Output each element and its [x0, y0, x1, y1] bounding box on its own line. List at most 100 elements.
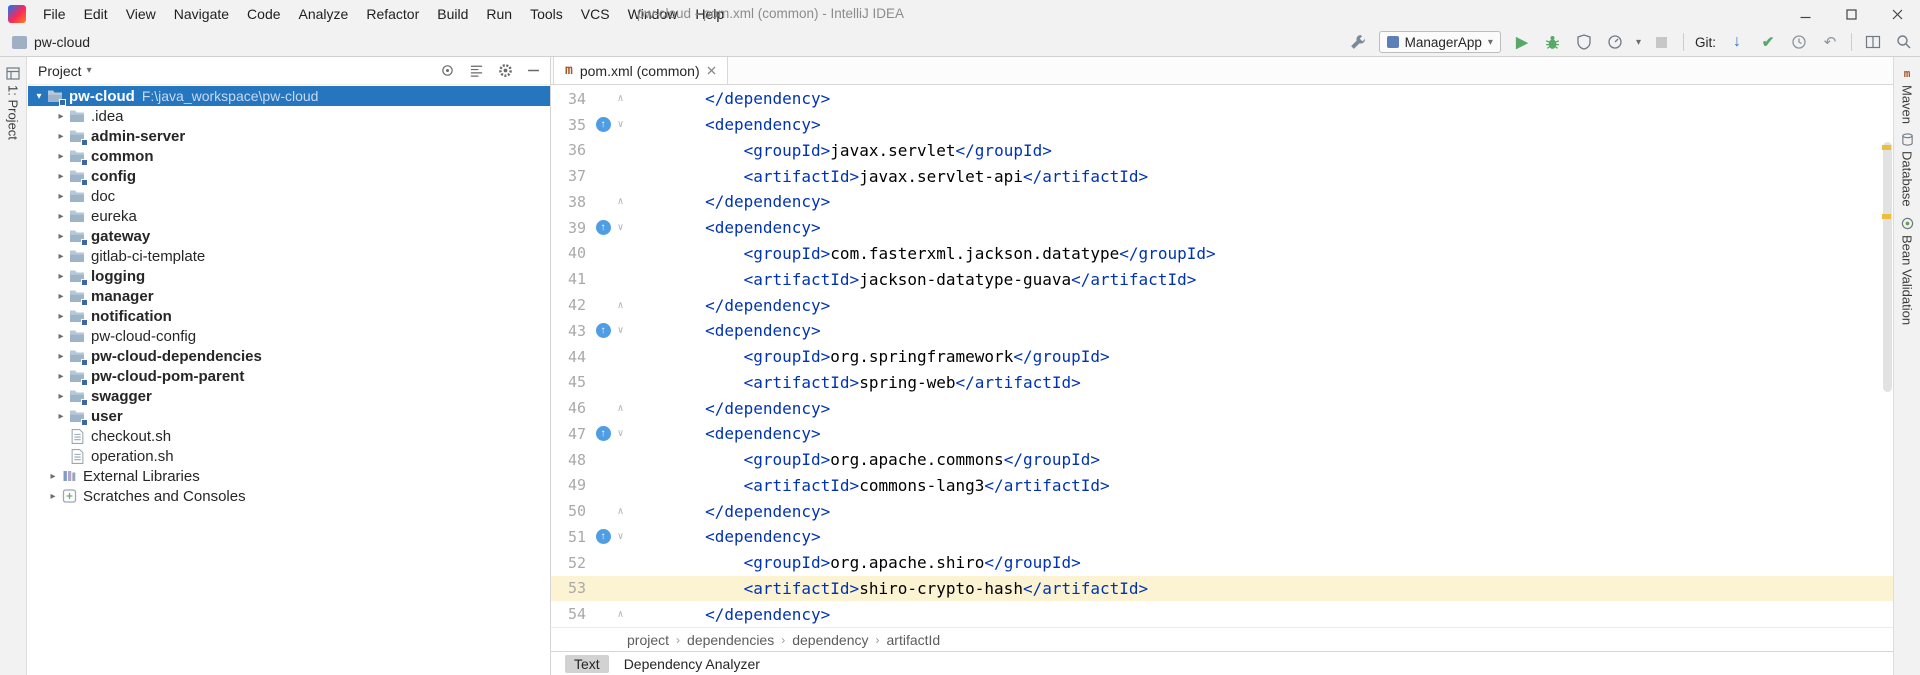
bottom-tab-dependency-analyzer[interactable]: Dependency Analyzer: [615, 655, 769, 673]
code-line-49[interactable]: 49 <artifactId>commons-lang3</artifactId…: [551, 472, 1893, 498]
fold-marker-icon[interactable]: ∨: [613, 428, 628, 439]
tree-item-user[interactable]: ▸user: [28, 406, 550, 426]
wrench-icon[interactable]: [1348, 32, 1368, 52]
expand-arrow-icon[interactable]: ▸: [54, 371, 68, 382]
close-tab-icon[interactable]: [707, 66, 716, 75]
expand-arrow-icon[interactable]: ▾: [32, 91, 46, 102]
fold-marker-icon[interactable]: ∧: [613, 609, 628, 620]
tool-button-maven[interactable]: mMaven: [1894, 67, 1920, 124]
menu-item-code[interactable]: Code: [238, 0, 289, 28]
breadcrumb-item-project[interactable]: project: [627, 632, 669, 648]
expand-arrow-icon[interactable]: ▸: [46, 491, 60, 502]
code-area[interactable]: 34∧ </dependency>35↑∨ <dependency>36 <gr…: [551, 86, 1893, 627]
menu-item-edit[interactable]: Edit: [75, 0, 117, 28]
tree-item-pw-cloud-config[interactable]: ▸pw-cloud-config: [28, 326, 550, 346]
code-line-36[interactable]: 36 <groupId>javax.servlet</groupId>: [551, 138, 1893, 164]
profiler-button[interactable]: [1605, 32, 1625, 52]
expand-arrow-icon[interactable]: ▸: [54, 111, 68, 122]
code-line-41[interactable]: 41 <artifactId>jackson-datatype-guava</a…: [551, 266, 1893, 292]
fold-marker-icon[interactable]: ∧: [613, 196, 628, 207]
tree-item-swagger[interactable]: ▸swagger: [28, 386, 550, 406]
code-line-52[interactable]: 52 <groupId>org.apache.shiro</groupId>: [551, 550, 1893, 576]
git-commit-button[interactable]: ✔: [1758, 32, 1778, 52]
expand-arrow-icon[interactable]: ▸: [46, 471, 60, 482]
fold-marker-icon[interactable]: ∨: [613, 119, 628, 130]
profiler-chevron-down-icon[interactable]: ▾: [1636, 37, 1641, 48]
menu-item-refactor[interactable]: Refactor: [357, 0, 428, 28]
tree-item-pw-cloud-dependencies[interactable]: ▸pw-cloud-dependencies: [28, 346, 550, 366]
tool-button-database[interactable]: Database: [1894, 133, 1920, 207]
code-line-51[interactable]: 51↑∨ <dependency>: [551, 524, 1893, 550]
tree-item-pw-cloud[interactable]: ▾pw-cloudF:\java_workspace\pw-cloud: [28, 86, 550, 106]
fold-marker-icon[interactable]: ∨: [613, 325, 628, 336]
search-everywhere-button[interactable]: [1894, 32, 1914, 52]
expand-arrow-icon[interactable]: ▸: [54, 331, 68, 342]
code-line-35[interactable]: 35↑∨ <dependency>: [551, 112, 1893, 138]
git-update-button[interactable]: ↓: [1727, 32, 1747, 52]
expand-arrow-icon[interactable]: ▸: [54, 311, 68, 322]
expand-arrow-icon[interactable]: ▸: [54, 231, 68, 242]
code-line-46[interactable]: 46∧ </dependency>: [551, 395, 1893, 421]
menu-item-build[interactable]: Build: [428, 0, 477, 28]
menu-item-navigate[interactable]: Navigate: [165, 0, 238, 28]
bottom-tab-text[interactable]: Text: [565, 655, 609, 673]
tree-item-gitlab-ci-template[interactable]: ▸gitlab-ci-template: [28, 246, 550, 266]
maven-dependency-gutter-icon[interactable]: ↑: [593, 220, 613, 235]
code-line-43[interactable]: 43↑∨ <dependency>: [551, 318, 1893, 344]
tree-item-logging[interactable]: ▸logging: [28, 266, 550, 286]
tree-item-eureka[interactable]: ▸eureka: [28, 206, 550, 226]
coverage-button[interactable]: [1574, 32, 1594, 52]
collapse-all-icon[interactable]: [469, 63, 484, 78]
code-line-53[interactable]: 53 <artifactId>shiro-crypto-hash</artifa…: [551, 576, 1893, 602]
maven-dependency-gutter-icon[interactable]: ↑: [593, 323, 613, 338]
expand-arrow-icon[interactable]: ▸: [54, 151, 68, 162]
expand-arrow-icon[interactable]: ▸: [54, 131, 68, 142]
expand-arrow-icon[interactable]: ▸: [54, 251, 68, 262]
code-line-45[interactable]: 45 <artifactId>spring-web</artifactId>: [551, 369, 1893, 395]
breadcrumb-item-dependency[interactable]: dependency: [792, 632, 868, 648]
error-stripe-mark[interactable]: [1882, 214, 1891, 219]
tree-item-manager[interactable]: ▸manager: [28, 286, 550, 306]
code-line-39[interactable]: 39↑∨ <dependency>: [551, 215, 1893, 241]
menu-item-tools[interactable]: Tools: [521, 0, 572, 28]
code-line-34[interactable]: 34∧ </dependency>: [551, 86, 1893, 112]
nav-bar-project[interactable]: pw-cloud: [34, 34, 90, 50]
code-line-44[interactable]: 44 <groupId>org.springframework</groupId…: [551, 344, 1893, 370]
git-history-button[interactable]: [1789, 32, 1809, 52]
minimize-button[interactable]: [1782, 0, 1828, 28]
maximize-button[interactable]: [1828, 0, 1874, 28]
run-button[interactable]: ▶: [1512, 32, 1532, 52]
maven-dependency-gutter-icon[interactable]: ↑: [593, 426, 613, 441]
expand-arrow-icon[interactable]: ▸: [54, 411, 68, 422]
editor-layout-button[interactable]: [1863, 32, 1883, 52]
tree-item-operation-sh[interactable]: operation.sh: [28, 446, 550, 466]
expand-arrow-icon[interactable]: ▸: [54, 271, 68, 282]
expand-arrow-icon[interactable]: ▸: [54, 191, 68, 202]
tree-item-scratches-and-consoles[interactable]: ▸Scratches and Consoles: [28, 486, 550, 506]
maven-dependency-gutter-icon[interactable]: ↑: [593, 529, 613, 544]
maven-dependency-gutter-icon[interactable]: ↑: [593, 117, 613, 132]
hide-panel-icon[interactable]: [527, 64, 540, 77]
fold-marker-icon[interactable]: ∨: [613, 222, 628, 233]
code-line-42[interactable]: 42∧ </dependency>: [551, 292, 1893, 318]
code-line-50[interactable]: 50∧ </dependency>: [551, 498, 1893, 524]
code-line-38[interactable]: 38∧ </dependency>: [551, 189, 1893, 215]
expand-arrow-icon[interactable]: ▸: [54, 351, 68, 362]
fold-marker-icon[interactable]: ∨: [613, 531, 628, 542]
expand-arrow-icon[interactable]: ▸: [54, 211, 68, 222]
code-line-47[interactable]: 47↑∨ <dependency>: [551, 421, 1893, 447]
breadcrumb-item-artifactid[interactable]: artifactId: [887, 632, 941, 648]
code-line-37[interactable]: 37 <artifactId>javax.servlet-api</artifa…: [551, 163, 1893, 189]
tree-item-pw-cloud-pom-parent[interactable]: ▸pw-cloud-pom-parent: [28, 366, 550, 386]
tree-item-doc[interactable]: ▸doc: [28, 186, 550, 206]
tree-item-idea[interactable]: ▸.idea: [28, 106, 550, 126]
fold-marker-icon[interactable]: ∧: [613, 300, 628, 311]
code-line-48[interactable]: 48 <groupId>org.apache.commons</groupId>: [551, 447, 1893, 473]
locate-file-icon[interactable]: [440, 63, 455, 78]
menu-item-run[interactable]: Run: [477, 0, 521, 28]
tree-item-gateway[interactable]: ▸gateway: [28, 226, 550, 246]
tree-item-external-libraries[interactable]: ▸External Libraries: [28, 466, 550, 486]
tab-pom-xml[interactable]: m pom.xml (common): [553, 57, 728, 84]
gear-icon[interactable]: [498, 63, 513, 78]
fold-marker-icon[interactable]: ∧: [613, 93, 628, 104]
